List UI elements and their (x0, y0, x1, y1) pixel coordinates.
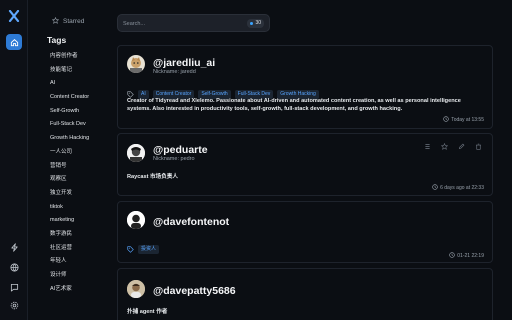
app-logo-icon (8, 9, 20, 23)
tag-item[interactable]: 年轻人 (50, 255, 89, 269)
tag-item[interactable]: Self-Growth (50, 105, 89, 119)
tags-heading: Tags (47, 35, 67, 45)
starred-link[interactable]: Starred (51, 16, 85, 26)
tag-item[interactable]: Content Creator (50, 91, 89, 105)
tag-item[interactable]: Growth Hacking (50, 132, 89, 146)
avatar (127, 280, 145, 298)
tag-item[interactable]: 营销号 (50, 160, 89, 174)
result-count: 30 (255, 20, 261, 26)
tag-item[interactable]: 独立开发 (50, 187, 89, 201)
tag-item[interactable]: AI艺术家 (50, 283, 89, 297)
profile-nickname: Nickname: pedro (153, 156, 195, 162)
settings-icon[interactable] (8, 299, 20, 311)
tag-item[interactable]: 数字游民 (50, 228, 89, 242)
profile-card[interactable]: @peduarte Nickname: pedro Raycast 市场负责人 … (117, 133, 493, 196)
profile-card[interactable]: @jaredliu_ai Nickname: jaredd AI Content… (117, 45, 493, 129)
edit-icon[interactable] (457, 142, 465, 150)
search-input[interactable] (123, 18, 243, 29)
tag-item[interactable]: tiktok (50, 201, 89, 215)
timestamp-text: Today at 13:55 (451, 117, 484, 123)
timestamp-text: 01-21 22:19 (457, 253, 484, 259)
tag-icon (127, 240, 134, 258)
timestamp: 6 days ago at 22:33 (432, 184, 484, 192)
list-icon[interactable] (423, 142, 431, 150)
feedback-icon[interactable] (8, 281, 20, 293)
profile-bio: Raycast 市场负责人 (127, 174, 178, 180)
profile-handle[interactable]: @davepatty5686 (153, 285, 236, 297)
profile-nickname: Nickname: jaredd (153, 69, 196, 75)
tag-chip[interactable]: 投资人 (138, 244, 160, 254)
lightning-icon[interactable] (8, 241, 20, 253)
clock-icon (443, 116, 449, 124)
sidebar: Starred Tags 内容创作者 技能笔记 AI Content Creat… (40, 0, 110, 320)
main-content: 30 @jaredliu_ai Nickname: jaredd AI Cont… (117, 0, 495, 320)
tag-item[interactable]: 社区运营 (50, 242, 89, 256)
tag-item[interactable]: 观察区 (50, 173, 89, 187)
tag-item[interactable]: 设计师 (50, 269, 89, 283)
globe-icon[interactable] (8, 261, 20, 273)
count-dot-icon (250, 22, 254, 25)
profile-handle[interactable]: @davefontenot (153, 216, 229, 228)
tag-item[interactable]: 一人公司 (50, 146, 89, 160)
avatar (127, 55, 145, 73)
timestamp-text: 6 days ago at 22:33 (440, 185, 484, 191)
tag-row: 投资人 (127, 240, 160, 258)
profile-bio: 扑捕 agent 作者 (127, 309, 168, 315)
profile-handle[interactable]: @peduarte (153, 144, 208, 156)
home-icon[interactable] (6, 34, 22, 50)
delete-icon[interactable] (474, 142, 482, 150)
tag-item[interactable]: 技能笔记 (50, 64, 89, 78)
timestamp: Today at 13:55 (443, 116, 484, 124)
star-icon (51, 16, 60, 26)
icon-rail (0, 0, 28, 320)
tag-item[interactable]: 内容创作者 (50, 50, 89, 64)
tag-item[interactable]: Full-Stack Dev (50, 118, 89, 132)
clock-icon (432, 184, 438, 192)
result-count-badge: 30 (247, 19, 264, 28)
profile-handle[interactable]: @jaredliu_ai (153, 57, 215, 69)
card-actions (423, 142, 482, 150)
avatar (127, 211, 145, 229)
clock-icon (449, 252, 455, 260)
profile-bio: Creator of Tidyread and Xlelemo. Passion… (127, 98, 461, 113)
profile-card[interactable]: @davepatty5686 扑捕 agent 作者 (117, 268, 493, 320)
tag-item[interactable]: marketing (50, 214, 89, 228)
star-icon[interactable] (440, 142, 448, 150)
search-bar: 30 (117, 14, 270, 32)
starred-label: Starred (63, 18, 85, 25)
tag-item[interactable]: AI (50, 77, 89, 91)
tag-list: 内容创作者 技能笔记 AI Content Creator Self-Growt… (50, 50, 89, 296)
timestamp: 01-21 22:19 (449, 252, 484, 260)
profile-card[interactable]: @davefontenot 投资人 01-21 22:19 (117, 201, 493, 263)
avatar (127, 144, 145, 162)
